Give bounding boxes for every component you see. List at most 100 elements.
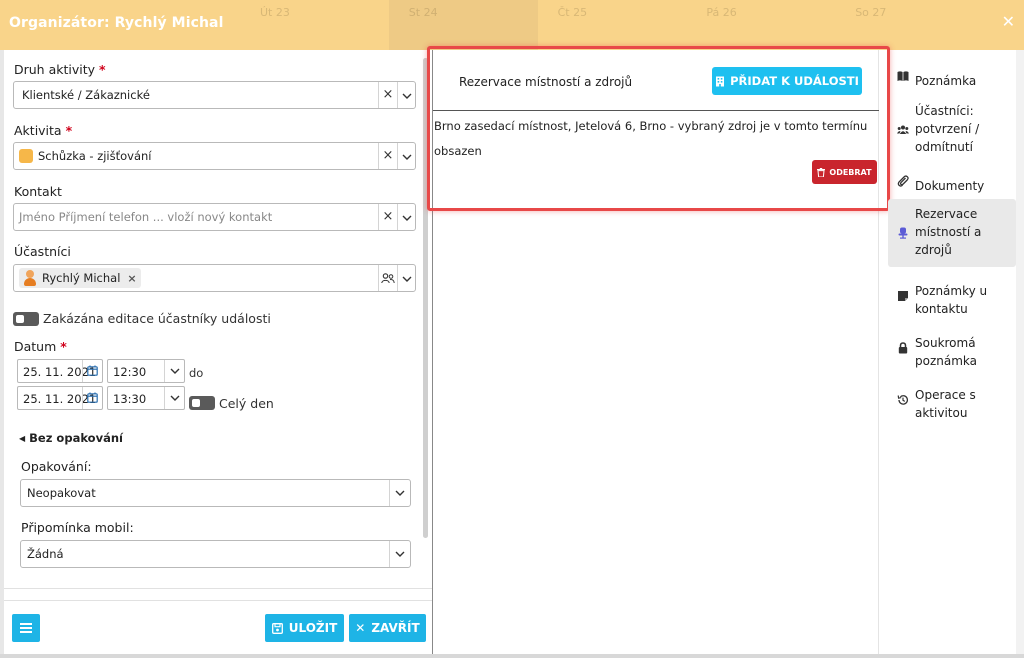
remove-participant-icon[interactable]: × [127, 272, 136, 285]
all-day-toggle[interactable] [189, 396, 215, 410]
activity-type-select[interactable]: Klientské / Zákaznické × [13, 81, 416, 109]
reservation-conflict-message: Brno zasedací místnost, Jetelová 6, Brno… [434, 119, 868, 158]
participants-label: Účastníci [14, 244, 71, 259]
reminder-select[interactable]: Žádná [20, 540, 411, 568]
nav-note-label: Poznámka [915, 74, 977, 88]
chevron-down-icon[interactable] [164, 360, 184, 382]
building-icon [716, 76, 725, 86]
calendar-icon[interactable] [82, 360, 102, 382]
footer-divider [4, 600, 432, 601]
chevron-down-icon[interactable] [389, 541, 410, 567]
chevron-down-icon[interactable] [397, 143, 415, 169]
repetition-value: Neopakovat [27, 486, 96, 500]
activity-value: Schůzka - zjišťování [38, 149, 152, 163]
paperclip-icon [897, 175, 909, 187]
save-icon [271, 622, 283, 634]
chevron-down-icon[interactable] [397, 204, 415, 230]
calendar-icon[interactable] [82, 387, 102, 409]
sticky-note-icon [898, 291, 908, 301]
activity-color-swatch [19, 149, 33, 163]
editing-disabled-label: Zakázána editace účastníky události [43, 311, 271, 326]
required-mark: * [60, 339, 67, 354]
repetition-label: Opakování: [21, 459, 92, 474]
panel-divider [432, 50, 433, 658]
nav-documents-label: Dokumenty [915, 179, 985, 193]
reservation-title: Rezervace místností a zdrojů [459, 75, 633, 89]
contact-placeholder: Jméno Příjmení telefon ... vloží nový ko… [19, 210, 273, 224]
repeat-collapse-label: Bez opakování [29, 431, 123, 445]
date-label: Datum * [14, 339, 67, 354]
bg-day: Út 23 [260, 6, 290, 19]
close-icon: ✕ [355, 621, 366, 635]
form-scrollbar[interactable] [423, 58, 428, 538]
to-label: do [189, 366, 204, 380]
lock-icon [898, 342, 908, 354]
repetition-select[interactable]: Neopakovat [20, 479, 411, 507]
chevron-down-icon[interactable] [397, 82, 415, 108]
end-time-value: 13:30 [113, 392, 147, 406]
nav-private-note[interactable]: Soukromá poznámka [888, 328, 1016, 368]
close-button[interactable]: ✕ ZAVŘÍT [349, 614, 426, 642]
activity-label: Aktivita * [14, 123, 73, 138]
participant-name: Rychlý Michal [42, 271, 121, 285]
frame-bottom [0, 654, 1024, 658]
repeat-collapse-toggle[interactable]: ◀ Bez opakování [19, 431, 123, 445]
avatar [23, 270, 37, 286]
add-to-event-label: PŘIDAT K UDÁLOSTI [730, 74, 859, 88]
nav-note[interactable]: Poznámka [888, 66, 1016, 88]
chevron-down-icon[interactable] [164, 387, 184, 409]
chevron-down-icon[interactable] [389, 480, 410, 506]
bg-day: Pá 26 [706, 6, 737, 19]
clear-icon[interactable]: × [378, 82, 397, 108]
nav-reservation-label: Rezervace místností a zdrojů [915, 207, 982, 257]
start-time-value: 12:30 [113, 365, 147, 379]
bg-day: Čt 25 [557, 6, 588, 19]
editing-disabled-toggle[interactable] [13, 312, 39, 326]
form-divider [4, 588, 432, 589]
save-label: ULOŽIT [288, 621, 338, 635]
nav-contact-notes[interactable]: Poznámky u kontaktu [888, 276, 1016, 316]
participant-chip: Rychlý Michal × [19, 268, 141, 288]
reminder-label: Připomínka mobil: [21, 520, 134, 535]
scrollbar-thumb[interactable] [423, 58, 428, 538]
required-mark: * [65, 123, 73, 138]
save-button[interactable]: ULOŽIT [265, 614, 344, 642]
participants-icon[interactable] [378, 265, 397, 291]
bg-day: St 24 [388, 0, 538, 50]
hamburger-icon [20, 623, 32, 633]
contact-select[interactable]: Jméno Příjmení telefon ... vloží nový ko… [13, 203, 416, 231]
nav-participants-label: Účastníci: potvrzení / odmítnutí [915, 104, 980, 154]
start-date-input[interactable]: 25. 11. 2021 [17, 359, 103, 383]
bg-day: So 27 [855, 6, 887, 19]
menu-button[interactable] [12, 614, 40, 642]
activity-select[interactable]: Schůzka - zjišťování × [13, 142, 416, 170]
reservation-divider [433, 110, 879, 111]
background-calendar-days: Út 23 St 24 Čt 25 Pá 26 So 27 [240, 0, 984, 50]
nav-reservation[interactable]: Rezervace místností a zdrojů [888, 199, 1016, 267]
trash-icon [817, 167, 826, 177]
activity-type-value: Klientské / Zákaznické [22, 88, 150, 102]
add-to-event-button[interactable]: PŘIDAT K UDÁLOSTI [712, 67, 862, 95]
end-date-input[interactable]: 25. 11. 2021 [17, 386, 103, 410]
users-icon [897, 125, 909, 134]
remove-label: ODEBRAT [829, 167, 872, 177]
nav-private-note-label: Soukromá poznámka [915, 336, 977, 368]
close-label: ZAVŘÍT [371, 621, 420, 635]
reminder-value: Žádná [27, 547, 64, 561]
remove-button[interactable]: ODEBRAT [812, 160, 877, 184]
clear-icon[interactable]: × [378, 204, 397, 230]
end-time-select[interactable]: 13:30 [107, 386, 185, 410]
activity-type-label: Druh aktivity * [14, 62, 106, 77]
nav-participants[interactable]: Účastníci: potvrzení / odmítnutí [888, 96, 1016, 156]
participants-select[interactable]: Rychlý Michal × [13, 264, 416, 292]
history-icon [897, 395, 909, 405]
clear-icon[interactable]: × [378, 143, 397, 169]
start-time-select[interactable]: 12:30 [107, 359, 185, 383]
book-icon [897, 71, 909, 81]
all-day-label: Celý den [219, 396, 274, 411]
contact-label: Kontakt [14, 184, 62, 199]
close-icon[interactable]: ✕ [1002, 12, 1015, 31]
nav-activity-operations[interactable]: Operace s aktivitou [888, 380, 1016, 420]
chevron-down-icon[interactable] [397, 265, 415, 291]
nav-documents[interactable]: Dokumenty [888, 171, 1016, 193]
